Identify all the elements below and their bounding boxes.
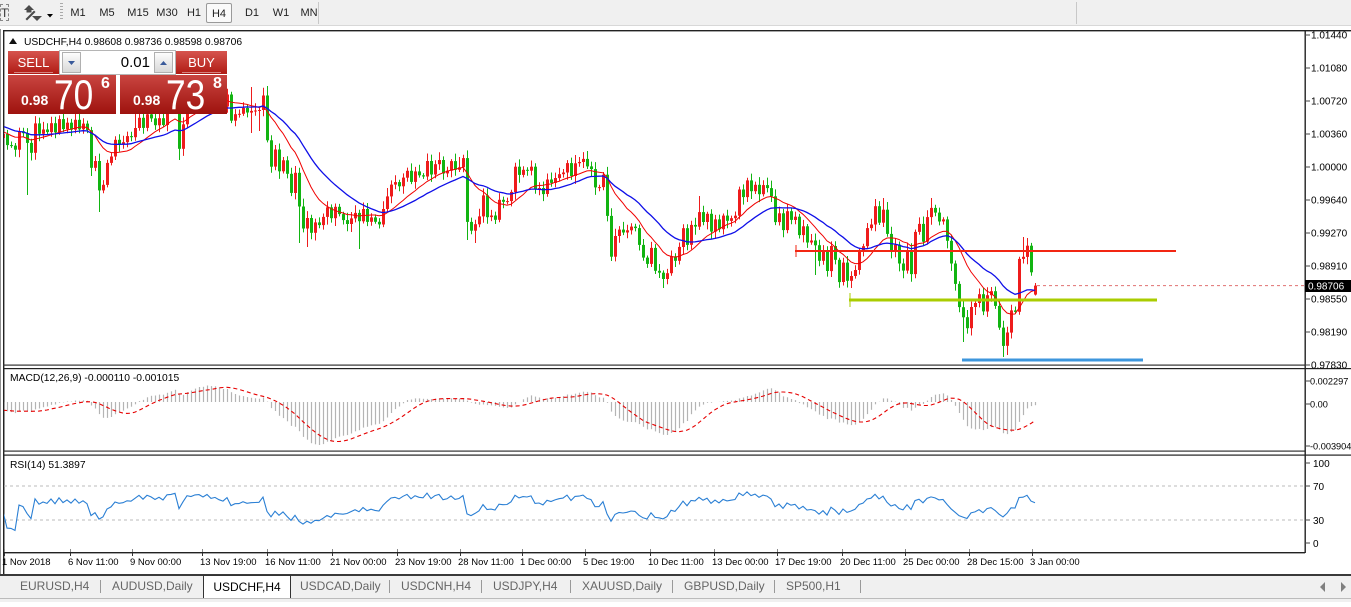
svg-text:0.98706: 0.98706 — [1308, 282, 1345, 293]
svg-text:100: 100 — [1313, 459, 1330, 470]
svg-text:RSI(14) 51.3897: RSI(14) 51.3897 — [10, 460, 86, 471]
svg-text:1.01080: 1.01080 — [1311, 64, 1348, 75]
svg-text:0.002297: 0.002297 — [1310, 377, 1348, 387]
svg-text:20 Dec 11:00: 20 Dec 11:00 — [840, 557, 896, 568]
svg-text:28 Dec 15:00: 28 Dec 15:00 — [967, 557, 1024, 568]
svg-text:13 Dec 00:00: 13 Dec 00:00 — [712, 557, 769, 568]
svg-text:5 Dec 19:00: 5 Dec 19:00 — [583, 557, 634, 568]
svg-text:16 Nov 11:00: 16 Nov 11:00 — [265, 557, 321, 568]
svg-text:21 Nov 00:00: 21 Nov 00:00 — [330, 557, 387, 568]
svg-text:28 Nov 11:00: 28 Nov 11:00 — [458, 557, 514, 568]
svg-text:10 Dec 11:00: 10 Dec 11:00 — [648, 557, 704, 568]
svg-text:13 Nov 19:00: 13 Nov 19:00 — [200, 557, 257, 568]
svg-text:1.00720: 1.00720 — [1311, 97, 1348, 108]
svg-text:1 Dec 00:00: 1 Dec 00:00 — [520, 557, 571, 568]
svg-text:0: 0 — [1313, 539, 1319, 550]
svg-text:0.98190: 0.98190 — [1311, 328, 1348, 339]
svg-text:23 Nov 19:00: 23 Nov 19:00 — [395, 557, 452, 568]
svg-text:1.00360: 1.00360 — [1311, 130, 1348, 141]
svg-text:MACD(12,26,9) -0.000110 -0.001: MACD(12,26,9) -0.000110 -0.001015 — [10, 373, 180, 384]
svg-text:0.00: 0.00 — [1310, 400, 1328, 410]
svg-text:-0.003904: -0.003904 — [1310, 442, 1351, 452]
svg-text:0.97830: 0.97830 — [1311, 361, 1348, 372]
svg-text:USDCHF,H4 0.98608 0.98736 0.9: USDCHF,H4 0.98608 0.98736 0.98598 0.9870… — [24, 37, 242, 48]
svg-text:1.01440: 1.01440 — [1311, 31, 1348, 42]
svg-text:30: 30 — [1313, 516, 1325, 527]
svg-text:3 Jan 00:00: 3 Jan 00:00 — [1030, 557, 1080, 568]
svg-text:6 Nov 11:00: 6 Nov 11:00 — [68, 557, 119, 568]
svg-text:1 Nov 2018: 1 Nov 2018 — [2, 557, 51, 568]
svg-text:0.98910: 0.98910 — [1311, 262, 1348, 273]
svg-text:0.99640: 0.99640 — [1311, 196, 1348, 207]
svg-text:70: 70 — [1313, 482, 1325, 493]
svg-text:0.98550: 0.98550 — [1311, 295, 1348, 306]
svg-text:0.99270: 0.99270 — [1311, 229, 1348, 240]
svg-text:17 Dec 19:00: 17 Dec 19:00 — [775, 557, 832, 568]
svg-text:25 Dec 00:00: 25 Dec 00:00 — [903, 557, 960, 568]
svg-text:1.00000: 1.00000 — [1311, 163, 1348, 174]
svg-text:9 Nov 00:00: 9 Nov 00:00 — [130, 557, 181, 568]
